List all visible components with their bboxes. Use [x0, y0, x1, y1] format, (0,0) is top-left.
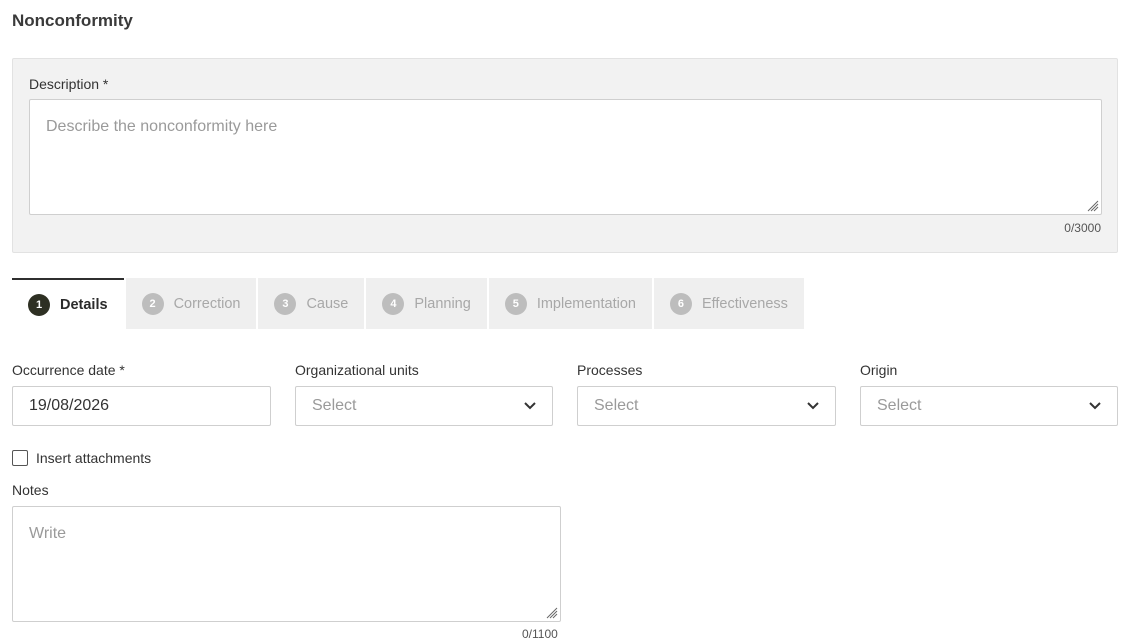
insert-attachments-checkbox[interactable]: [12, 450, 28, 466]
tab-number-badge: 4: [382, 292, 405, 315]
description-counter: 0/3000: [1064, 221, 1101, 235]
occurrence-date-value: 19/08/2026: [29, 397, 110, 414]
occurrence-date-label: Occurrence date *: [12, 362, 125, 378]
tab-number-badge: 3: [274, 292, 297, 315]
processes-placeholder: Select: [594, 397, 639, 414]
processes-select[interactable]: Select: [577, 386, 836, 426]
tab-details[interactable]: 1 Details: [12, 278, 124, 329]
origin-select[interactable]: Select: [860, 386, 1118, 426]
tab-label: Correction: [173, 295, 241, 312]
notes-textarea[interactable]: Write: [12, 506, 561, 622]
tab-number-badge: 2: [141, 292, 164, 315]
tab-label: Implementation: [536, 295, 636, 312]
tab-effectiveness[interactable]: 6 Effectiveness: [653, 278, 804, 329]
page-title: Nonconformity: [12, 11, 133, 30]
description-panel: Description * Describe the nonconformity…: [12, 58, 1118, 253]
origin-placeholder: Select: [877, 397, 922, 414]
tab-implementation[interactable]: 5 Implementation: [488, 278, 652, 329]
tab-label: Details: [60, 296, 108, 313]
description-placeholder: Describe the nonconformity here: [46, 118, 278, 135]
tab-correction[interactable]: 2 Correction: [125, 278, 257, 329]
resize-grip-icon[interactable]: [1087, 200, 1099, 212]
description-label: Description *: [29, 76, 109, 92]
notes-label: Notes: [12, 482, 49, 498]
tab-cause[interactable]: 3 Cause: [258, 278, 365, 329]
chevron-down-icon: [524, 402, 536, 410]
tab-number-badge: 1: [28, 293, 50, 316]
org-units-label: Organizational units: [295, 362, 419, 378]
org-units-select[interactable]: Select: [295, 386, 553, 426]
tab-label: Cause: [306, 295, 349, 312]
chevron-down-icon: [807, 402, 819, 410]
occurrence-date-input[interactable]: 19/08/2026: [12, 386, 271, 426]
tab-planning[interactable]: 4 Planning: [366, 278, 487, 329]
description-textarea[interactable]: Describe the nonconformity here: [29, 99, 1102, 215]
tab-label: Effectiveness: [701, 295, 788, 312]
tab-number-badge: 5: [504, 292, 527, 315]
processes-label: Processes: [577, 362, 643, 378]
tab-label: Planning: [414, 295, 471, 312]
resize-grip-icon[interactable]: [546, 607, 558, 619]
insert-attachments-label[interactable]: Insert attachments: [36, 450, 151, 466]
org-units-placeholder: Select: [312, 397, 357, 414]
chevron-down-icon: [1089, 402, 1101, 410]
tab-number-badge: 6: [669, 292, 692, 315]
step-tabs: 1 Details 2 Correction 3 Cause 4 Plannin…: [12, 278, 806, 329]
origin-label: Origin: [860, 362, 898, 378]
notes-counter: 0/1100: [522, 627, 558, 641]
notes-placeholder: Write: [29, 525, 67, 542]
